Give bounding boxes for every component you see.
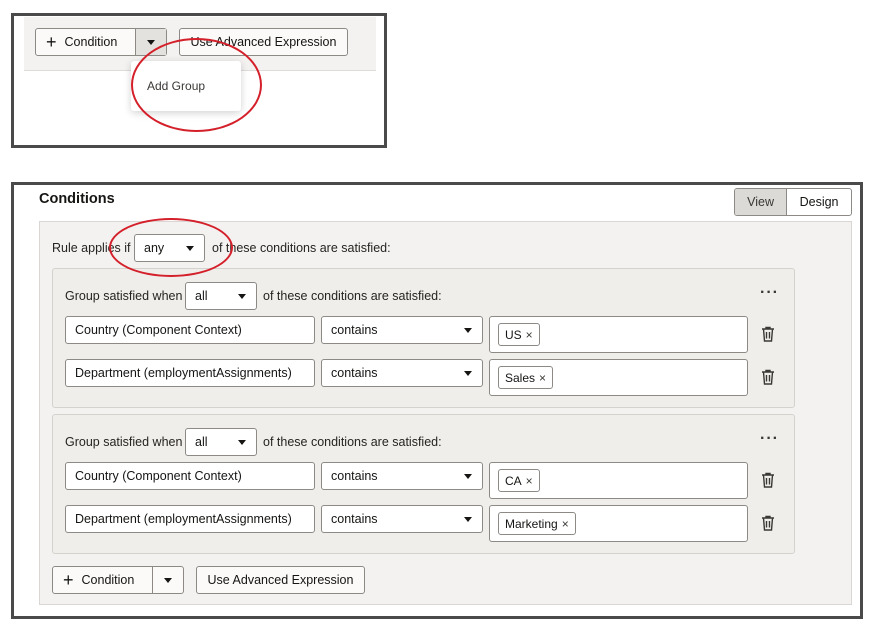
chevron-down-icon [147, 39, 156, 45]
attribute-field[interactable]: Department (employmentAssignments) [65, 505, 315, 533]
trash-icon[interactable] [761, 515, 775, 531]
remove-chip-icon[interactable]: × [539, 371, 546, 385]
value-tag-input[interactable]: US × [489, 316, 748, 353]
remove-chip-icon[interactable]: × [562, 517, 569, 531]
add-menu-toggle[interactable] [152, 567, 183, 593]
value-chip: Marketing × [498, 512, 576, 535]
chevron-down-icon [238, 440, 246, 445]
use-advanced-expression-button[interactable]: Use Advanced Expression [196, 566, 365, 594]
condition-group: Group satisfied when all of these condit… [52, 414, 795, 554]
chevron-down-icon [464, 371, 472, 376]
remove-chip-icon[interactable]: × [526, 474, 533, 488]
attribute-field[interactable]: Country (Component Context) [65, 316, 315, 344]
trash-icon[interactable] [761, 369, 775, 385]
group-suffix-label: of these conditions are satisfied: [263, 435, 442, 449]
chevron-down-icon [464, 328, 472, 333]
operator-select[interactable]: contains [321, 359, 483, 387]
highlight-circle [131, 38, 262, 132]
add-condition-label: Condition [64, 35, 118, 49]
view-toggle-button[interactable]: View [735, 189, 788, 215]
attribute-field[interactable]: Country (Component Context) [65, 462, 315, 490]
plus-icon: + [46, 32, 57, 52]
chevron-down-icon [238, 294, 246, 299]
panel-title: Conditions [39, 191, 115, 207]
add-menu-inset: + Condition Use Advanced Expression Add … [11, 13, 387, 148]
value-tag-input[interactable]: Marketing × [489, 505, 748, 542]
add-condition-split-button: + Condition [35, 28, 167, 56]
attribute-field[interactable]: Department (employmentAssignments) [65, 359, 315, 387]
more-options-icon[interactable]: ··· [760, 284, 779, 302]
chevron-down-icon [164, 577, 173, 583]
value-chip: Sales × [498, 366, 554, 389]
group-prefix-label: Group satisfied when [65, 435, 183, 449]
group-match-select[interactable]: all [185, 428, 257, 456]
add-condition-label: Condition [81, 573, 135, 587]
group-match-select[interactable]: all [185, 282, 257, 310]
add-condition-button[interactable]: + Condition [36, 29, 135, 55]
group-suffix-label: of these conditions are satisfied: [263, 289, 442, 303]
chevron-down-icon [464, 517, 472, 522]
value-chip: CA × [498, 469, 540, 492]
value-chip: US × [498, 323, 540, 346]
highlight-circle [109, 218, 233, 277]
conditions-panel: Conditions View Design Rule applies if a… [11, 182, 863, 619]
remove-chip-icon[interactable]: × [526, 328, 533, 342]
add-condition-split-button: + Condition [52, 566, 184, 594]
value-tag-input[interactable]: Sales × [489, 359, 748, 396]
condition-group: Group satisfied when all of these condit… [52, 268, 795, 408]
add-condition-button[interactable]: + Condition [53, 567, 152, 593]
operator-select[interactable]: contains [321, 316, 483, 344]
operator-select[interactable]: contains [321, 462, 483, 490]
value-tag-input[interactable]: CA × [489, 462, 748, 499]
plus-icon: + [63, 570, 74, 590]
operator-select[interactable]: contains [321, 505, 483, 533]
group-prefix-label: Group satisfied when [65, 289, 183, 303]
more-options-icon[interactable]: ··· [760, 430, 779, 448]
chevron-down-icon [464, 474, 472, 479]
design-toggle-button[interactable]: Design [787, 189, 851, 215]
trash-icon[interactable] [761, 326, 775, 342]
view-design-toggle: View Design [734, 188, 852, 216]
rule-suffix-label: of these conditions are satisfied: [212, 241, 391, 255]
rule-container: Rule applies if any of these conditions … [39, 221, 852, 605]
trash-icon[interactable] [761, 472, 775, 488]
